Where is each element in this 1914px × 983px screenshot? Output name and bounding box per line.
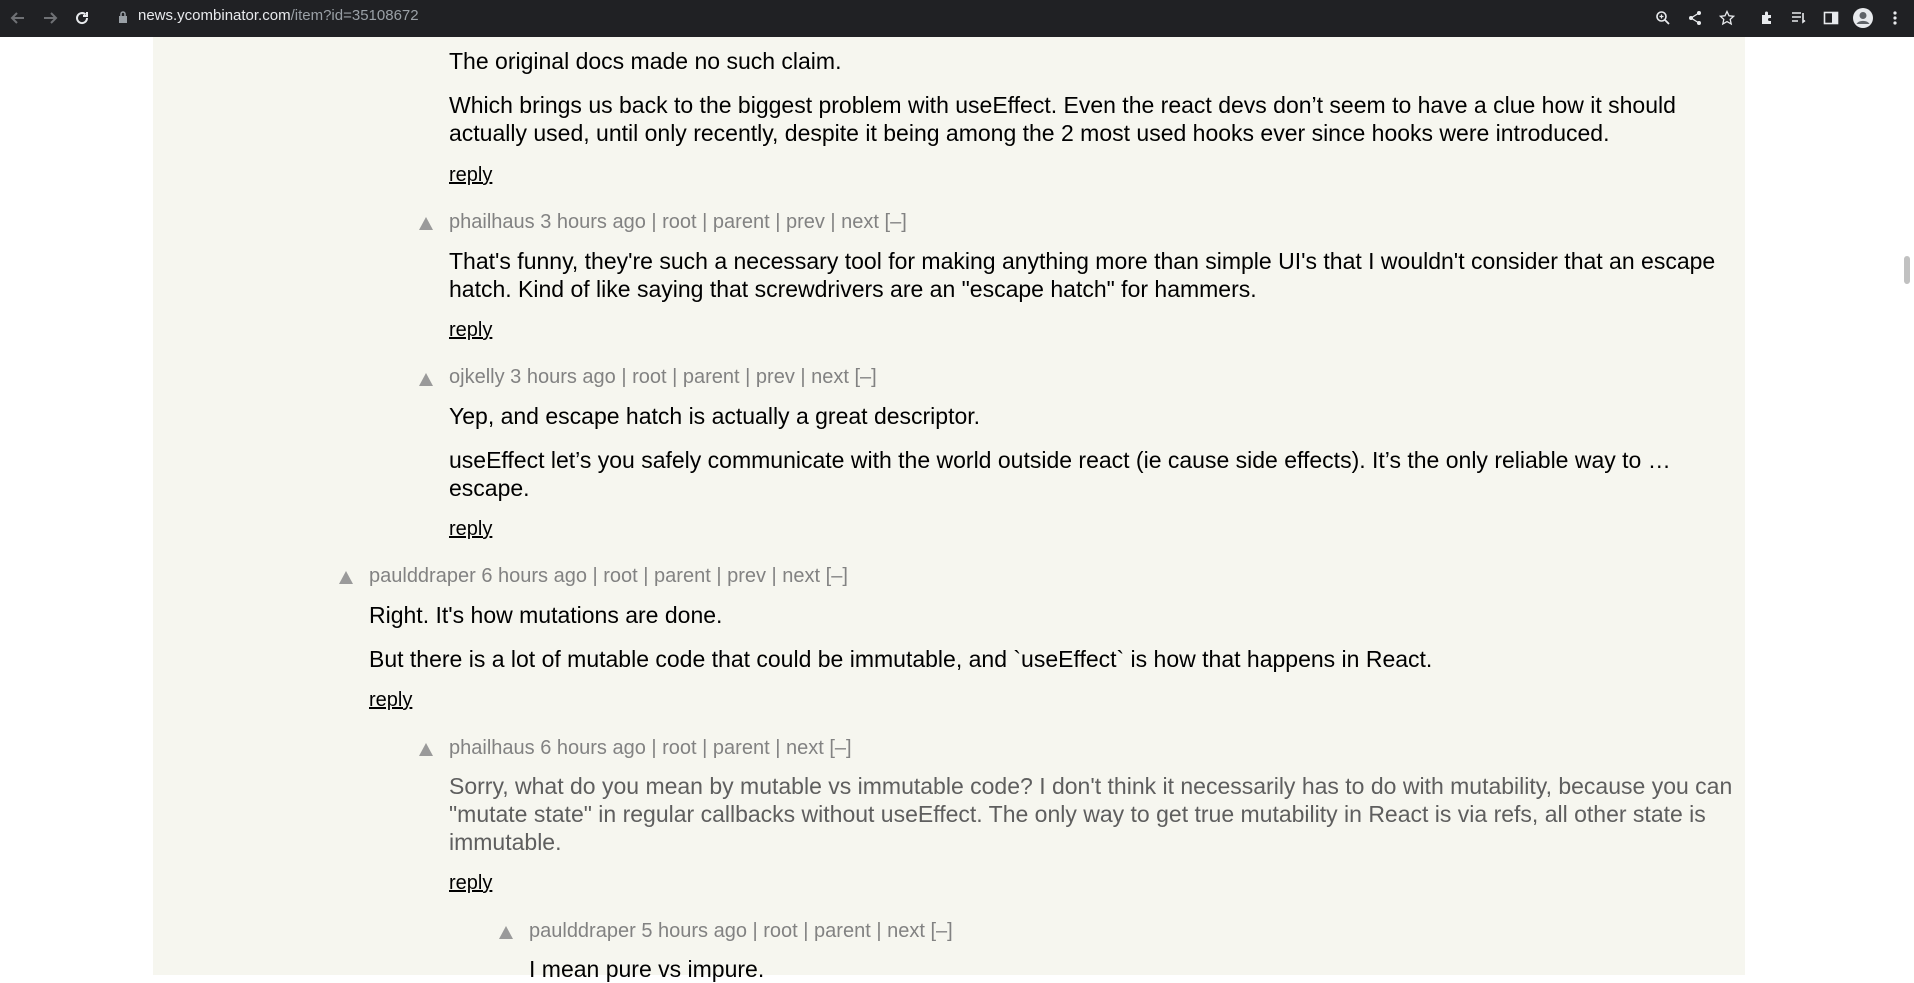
- collapse-toggle[interactable]: [–]: [855, 366, 877, 388]
- root-link[interactable]: root: [603, 565, 637, 587]
- collapse-toggle[interactable]: [–]: [885, 211, 907, 233]
- reply-link[interactable]: reply: [449, 871, 492, 895]
- side-panel-icon[interactable]: [1820, 7, 1842, 29]
- next-link[interactable]: next: [811, 366, 849, 388]
- browser-toolbar: news.ycombinator.com/item?id=35108672: [0, 0, 1914, 37]
- reading-list-icon[interactable]: [1788, 7, 1810, 29]
- next-link[interactable]: next: [786, 737, 824, 759]
- comment-age[interactable]: 6 hours ago: [481, 565, 587, 587]
- comment-user[interactable]: paulddraper: [369, 565, 476, 587]
- share-icon[interactable]: [1684, 7, 1706, 29]
- profile-avatar-icon[interactable]: [1852, 7, 1874, 29]
- comment-body: useEffect let’s you safely communicate w…: [449, 446, 1739, 502]
- extensions-icon[interactable]: [1756, 7, 1778, 29]
- upvote-arrow-icon[interactable]: [419, 217, 433, 230]
- comment-user[interactable]: ojkelly: [449, 366, 505, 388]
- parent-link[interactable]: parent: [814, 920, 871, 942]
- comment-paragraph: I mean pure vs impure.: [529, 956, 765, 982]
- root-link[interactable]: root: [662, 211, 696, 233]
- parent-link[interactable]: parent: [713, 211, 770, 233]
- parent-link[interactable]: parent: [683, 366, 740, 388]
- comment-body: Sorry, what do you mean by mutable vs im…: [449, 772, 1739, 856]
- comment-age[interactable]: 5 hours ago: [641, 920, 747, 942]
- prev-link[interactable]: prev: [786, 211, 825, 233]
- upvote-arrow-icon[interactable]: [419, 373, 433, 386]
- comment-header: phailhaus 6 hours ago | root | parent | …: [449, 737, 852, 759]
- collapse-toggle[interactable]: [–]: [829, 737, 851, 759]
- comment-body: That's funny, they're such a necessary t…: [449, 247, 1739, 303]
- upvote-arrow-icon[interactable]: [419, 743, 433, 756]
- comment-paragraph: The original docs made no such claim.: [449, 48, 842, 74]
- parent-link[interactable]: parent: [654, 565, 711, 587]
- reply-link[interactable]: reply: [449, 517, 492, 541]
- back-icon[interactable]: [7, 7, 29, 29]
- zoom-icon[interactable]: [1652, 7, 1674, 29]
- scrollbar-thumb[interactable]: [1904, 256, 1910, 284]
- forward-icon[interactable]: [39, 7, 61, 29]
- comment-user[interactable]: paulddraper: [529, 920, 636, 942]
- prev-link[interactable]: prev: [756, 366, 795, 388]
- lock-icon[interactable]: [118, 10, 128, 28]
- next-link[interactable]: next: [841, 211, 879, 233]
- reply-link[interactable]: reply: [449, 318, 492, 342]
- url-host: news.ycombinator.com: [138, 7, 291, 24]
- reply-link[interactable]: reply: [449, 163, 492, 187]
- upvote-arrow-icon[interactable]: [499, 926, 513, 939]
- comment-age[interactable]: 3 hours ago: [540, 211, 646, 233]
- comment-paragraph: Right. It's how mutations are done.: [369, 602, 723, 628]
- next-link[interactable]: next: [887, 920, 925, 942]
- comment-age[interactable]: 6 hours ago: [540, 737, 646, 759]
- scrollbar-track[interactable]: [1900, 37, 1914, 975]
- next-link[interactable]: next: [782, 565, 820, 587]
- menu-kebab-icon[interactable]: [1884, 7, 1906, 29]
- upvote-arrow-icon[interactable]: [339, 571, 353, 584]
- reload-icon[interactable]: [71, 7, 93, 29]
- prev-link[interactable]: prev: [727, 565, 766, 587]
- comment-user[interactable]: phailhaus: [449, 737, 535, 759]
- url-path: /item?id=35108672: [290, 7, 419, 24]
- collapse-toggle[interactable]: [–]: [930, 920, 952, 942]
- comment-header: ojkelly 3 hours ago | root | parent | pr…: [449, 366, 877, 388]
- comment-paragraph: useEffect let’s you safely communicate w…: [449, 447, 1671, 501]
- comment-age[interactable]: 3 hours ago: [510, 366, 616, 388]
- collapse-toggle[interactable]: [–]: [826, 565, 848, 587]
- comment-paragraph: Yep, and escape hatch is actually a grea…: [449, 403, 981, 429]
- comment-body: Yep, and escape hatch is actually a grea…: [449, 402, 1739, 430]
- root-link[interactable]: root: [662, 737, 696, 759]
- comment-header: phailhaus 3 hours ago | root | parent | …: [449, 211, 907, 233]
- comment-paragraph: But there is a lot of mutable code that …: [369, 646, 1433, 672]
- comment-header: paulddraper 6 hours ago | root | parent …: [369, 565, 848, 587]
- comment-body: Right. It's how mutations are done.: [369, 601, 1739, 629]
- comment-paragraph: That's funny, they're such a necessary t…: [449, 248, 1716, 302]
- reply-link[interactable]: reply: [369, 688, 412, 712]
- root-link[interactable]: root: [632, 366, 666, 388]
- bookmark-star-icon[interactable]: [1716, 7, 1738, 29]
- comment-user[interactable]: phailhaus: [449, 211, 535, 233]
- comment-body: Which brings us back to the biggest prob…: [449, 91, 1739, 147]
- comment-paragraph: Sorry, what do you mean by mutable vs im…: [449, 773, 1733, 855]
- comment-body: The original docs made no such claim.: [449, 47, 1739, 75]
- parent-link[interactable]: parent: [713, 737, 770, 759]
- comment-paragraph: Which brings us back to the biggest prob…: [449, 92, 1676, 146]
- address-bar[interactable]: news.ycombinator.com/item?id=35108672: [138, 0, 419, 32]
- comment-body: But there is a lot of mutable code that …: [369, 645, 1739, 673]
- comment-body: I mean pure vs impure.: [529, 955, 1739, 983]
- comment-header: paulddraper 5 hours ago | root | parent …: [529, 920, 953, 942]
- root-link[interactable]: root: [763, 920, 797, 942]
